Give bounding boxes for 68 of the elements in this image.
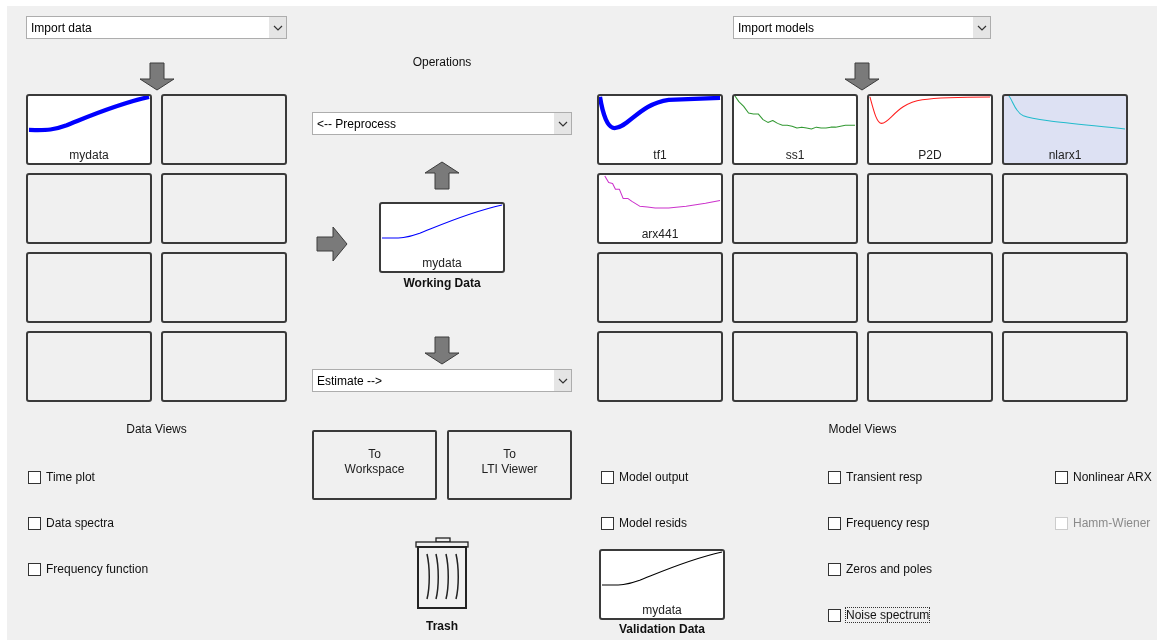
empty-slot[interactable] bbox=[732, 331, 858, 402]
trash-icon[interactable] bbox=[415, 537, 469, 609]
empty-slot[interactable] bbox=[597, 331, 723, 402]
model-tile[interactable]: nlarx1 bbox=[1002, 94, 1128, 165]
command-button[interactable]: To Workspace bbox=[312, 430, 437, 500]
tile-caption: Validation Data bbox=[619, 622, 705, 636]
empty-slot[interactable] bbox=[1002, 331, 1128, 402]
empty-slot[interactable] bbox=[161, 173, 287, 244]
empty-slot[interactable] bbox=[732, 252, 858, 323]
empty-slot[interactable] bbox=[597, 252, 723, 323]
checkbox-label[interactable]: Frequency function bbox=[46, 562, 149, 576]
checkbox[interactable] bbox=[828, 562, 841, 576]
empty-slot[interactable] bbox=[867, 331, 993, 402]
data-tile[interactable]: mydata bbox=[26, 94, 152, 165]
working-data-tile[interactable]: mydata bbox=[379, 202, 505, 273]
checkbox[interactable] bbox=[828, 470, 841, 484]
checkbox-label[interactable]: Noise spectrum bbox=[846, 608, 930, 622]
empty-slot[interactable] bbox=[161, 331, 287, 402]
checkbox[interactable] bbox=[601, 516, 614, 530]
down-arrow-icon bbox=[424, 336, 460, 365]
empty-slot[interactable] bbox=[732, 173, 858, 244]
checkbox[interactable] bbox=[1055, 470, 1068, 484]
checkbox-label[interactable]: Transient resp bbox=[846, 470, 923, 484]
command-button[interactable]: To LTI Viewer bbox=[447, 430, 572, 500]
checkbox-label[interactable]: Frequency resp bbox=[846, 516, 930, 530]
empty-slot[interactable] bbox=[26, 252, 152, 323]
checkbox[interactable] bbox=[828, 516, 841, 530]
checkbox-label[interactable]: Data spectra bbox=[46, 516, 115, 530]
checkbox-label[interactable]: Time plot bbox=[46, 470, 95, 484]
tile-caption: Working Data bbox=[403, 276, 481, 290]
checkbox-label[interactable]: Nonlinear ARX bbox=[1073, 470, 1152, 484]
empty-slot[interactable] bbox=[161, 94, 287, 165]
down-arrow-icon bbox=[139, 62, 175, 91]
empty-slot[interactable] bbox=[1002, 173, 1128, 244]
checkbox[interactable] bbox=[28, 516, 41, 530]
right-arrow-icon bbox=[316, 225, 348, 262]
model-tile[interactable]: P2D bbox=[867, 94, 993, 165]
chevron-down-icon bbox=[557, 120, 568, 127]
empty-slot[interactable] bbox=[867, 252, 993, 323]
empty-slot[interactable] bbox=[867, 173, 993, 244]
validation-data-tile[interactable]: mydata bbox=[599, 549, 725, 620]
model-tile[interactable]: arx441 bbox=[597, 173, 723, 244]
empty-slot[interactable] bbox=[161, 252, 287, 323]
model-tile[interactable]: ss1 bbox=[732, 94, 858, 165]
dropdown[interactable]: Import models bbox=[733, 16, 991, 39]
dropdown[interactable]: Estimate --> bbox=[312, 369, 572, 392]
section-title: Data Views bbox=[125, 422, 188, 436]
dropdown[interactable]: <-- Preprocess bbox=[312, 112, 572, 135]
checkbox[interactable] bbox=[28, 562, 41, 576]
up-arrow-icon bbox=[424, 161, 460, 190]
empty-slot[interactable] bbox=[26, 331, 152, 402]
section-title: Model Views bbox=[827, 422, 898, 436]
section-title: Operations bbox=[412, 55, 472, 69]
dropdown[interactable]: Import data bbox=[26, 16, 287, 39]
checkbox[interactable] bbox=[28, 470, 41, 484]
checkbox[interactable] bbox=[601, 470, 614, 484]
down-arrow-icon bbox=[844, 62, 880, 91]
chevron-down-icon bbox=[557, 377, 568, 384]
empty-slot[interactable] bbox=[26, 173, 152, 244]
chevron-down-icon bbox=[976, 24, 987, 31]
checkbox[interactable] bbox=[828, 608, 841, 622]
checkbox-label[interactable]: Zeros and poles bbox=[846, 562, 933, 576]
model-tile[interactable]: tf1 bbox=[597, 94, 723, 165]
chevron-down-icon bbox=[272, 24, 283, 31]
checkbox-label[interactable]: Model output bbox=[619, 470, 689, 484]
checkbox-label[interactable]: Model resids bbox=[619, 516, 688, 530]
empty-slot[interactable] bbox=[1002, 252, 1128, 323]
trash-label: Trash bbox=[426, 619, 458, 633]
